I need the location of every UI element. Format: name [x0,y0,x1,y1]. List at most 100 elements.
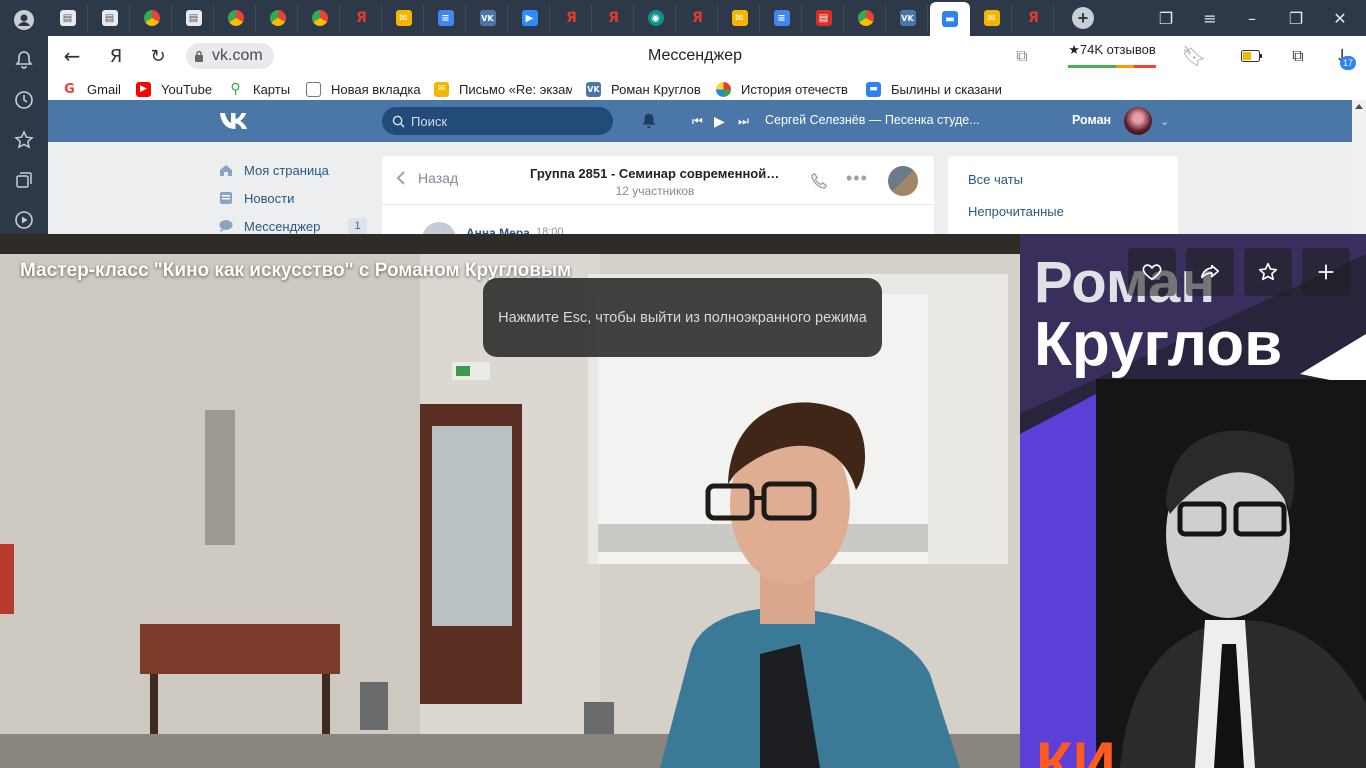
scroll-up-icon[interactable] [1355,104,1363,109]
vk-logo-icon[interactable] [218,110,252,132]
play-icon[interactable]: ▶ [714,111,725,131]
bookmark-youtube[interactable]: ▶ YouTube [136,80,212,98]
star-icon[interactable] [8,124,40,156]
google-docs-icon: ≡ [437,10,454,26]
tab-docs[interactable]: ≡ [762,4,802,32]
yandex-icon: Я [692,10,703,26]
tab-docs[interactable]: ≡ [426,4,466,32]
vk-header: Поиск ⏮ ▶ ⏭ Сергей Селезнёв — Песенка ст… [48,100,1352,142]
back-arrow-icon[interactable]: ← [60,44,84,68]
bookmark-vk[interactable]: VK Роман Круглов [586,80,701,98]
bookmark-history[interactable]: История отечеств [716,80,852,98]
bookmark-new-tab[interactable]: Новая вкладка [306,80,421,98]
tab-chrome[interactable] [300,4,340,32]
extensions-icon[interactable]: ⧉ [1286,44,1310,68]
new-tab-button[interactable]: + [1072,7,1094,29]
bookmark-maps[interactable]: ⚲ Карты [228,80,290,98]
message-author[interactable]: Анна Мера [466,226,530,234]
gmail-icon: G [62,81,77,97]
phone-icon[interactable] [810,172,828,190]
tab-pdf[interactable]: ▤ [804,4,844,32]
menu-my-page[interactable]: Моя страница [218,160,329,180]
favorite-button[interactable] [1244,248,1292,296]
play-circle-icon[interactable] [8,204,40,236]
group-avatar[interactable] [888,166,918,196]
vk-search-input[interactable]: Поиск [382,107,613,135]
message-author-avatar[interactable] [422,222,456,234]
reload-icon[interactable]: ↻ [146,44,170,68]
tab-mail[interactable]: ✉ [720,4,760,32]
colorful-icon [716,81,731,97]
menu-label: Новости [244,190,295,206]
tab-zoom[interactable]: ▶ [510,4,550,32]
minimize-icon[interactable]: – [1242,8,1262,28]
notifications-bell-icon[interactable] [640,111,658,131]
menu-icon[interactable]: ≡ [1200,8,1220,28]
more-options-icon[interactable]: ••• [846,168,868,189]
next-track-icon[interactable]: ⏭ [738,111,749,131]
tab-mail[interactable]: ✉ [972,4,1012,32]
tab-vk[interactable]: VK [468,4,508,32]
zoom-icon: ▶ [521,10,538,26]
share-icon [1200,264,1220,279]
tab-doc[interactable]: ▤ [174,4,214,32]
tab-doc[interactable]: ▤ [48,4,88,32]
chat-participants[interactable]: 12 участников [530,184,780,198]
tab-yandex[interactable]: Я [552,4,592,32]
tab-yandex[interactable]: Я [342,4,382,32]
url-field[interactable]: vk.com [186,43,274,69]
video-player[interactable]: Роман Круглов КИ Мастер-класс "Кино как … [0,234,1366,768]
tab-doc[interactable]: ▤ [90,4,130,32]
filter-all-chats[interactable]: Все чаты [968,172,1023,187]
tabs-overview-icon[interactable]: ❐ [1156,8,1176,28]
share-button[interactable] [1186,248,1234,296]
chat-title[interactable]: Группа 2851 - Семинар современной о... [530,166,780,181]
chat-panel: Назад Группа 2851 - Семинар современной … [382,156,934,234]
menu-news[interactable]: Новости [218,188,294,208]
tab-eye[interactable]: ◉ [636,4,676,32]
yandex-icon: Я [356,10,367,26]
back-button[interactable]: Назад [396,170,458,186]
menu-label: Мессенджер [244,218,321,234]
bookmark-byliny[interactable]: ▬ Былины и сказани [866,80,1004,98]
tab-yandex[interactable]: Я [594,4,634,32]
tab-messenger-active[interactable]: ▬ [930,2,970,36]
tab-yandex[interactable]: Я [1014,4,1054,32]
bell-icon[interactable] [8,44,40,76]
vk-user-name[interactable]: Роман [1072,113,1111,127]
menu-label: Моя страница [244,162,329,178]
yandex-logo-icon[interactable]: Я [104,44,128,68]
bookmark-label: Карты [253,81,291,97]
tab-mail[interactable]: ✉ [384,4,424,32]
tab-chrome[interactable] [846,4,886,32]
menu-messenger[interactable]: Мессенджер [218,216,320,234]
copy-link-icon[interactable]: ⧉ [1010,44,1034,68]
tab-chrome[interactable] [216,4,256,32]
star-outline-icon [1258,262,1278,281]
bookmark-gmail[interactable]: G Gmail [62,80,121,98]
add-button[interactable] [1302,248,1350,296]
screen: ▤ ▤ ▤ Я ✉ ≡ VK ▶ Я Я ◉ Я ✉ ≡ ▤ VK ▬ ✉ Я … [0,0,1366,768]
close-icon[interactable]: ✕ [1330,8,1350,28]
previous-track-icon[interactable]: ⏮ [692,111,703,131]
like-button[interactable] [1128,248,1176,296]
tab-chrome[interactable] [258,4,298,32]
history-icon[interactable] [8,84,40,116]
mail-icon: ✉ [434,81,449,97]
bookmark-icon[interactable]: 🔖︎ [1181,44,1206,68]
chevron-down-icon[interactable]: ⌄ [1160,111,1169,131]
tab-chrome[interactable] [132,4,172,32]
battery-icon[interactable] [1240,44,1264,68]
filter-unread[interactable]: Непрочитанные [968,204,1064,219]
collections-icon[interactable] [8,164,40,196]
reviews-badge[interactable]: ★74K отзывов [1066,42,1158,68]
chrome-icon [857,10,874,26]
tab-yandex[interactable]: Я [678,4,718,32]
restore-icon[interactable]: ❐ [1286,8,1306,28]
now-playing-track[interactable]: Сергей Селезнёв — Песенка студе... [765,113,980,127]
bookmark-mail[interactable]: ✉ Письмо «Re: экзам [434,80,572,98]
page-scrollbar[interactable] [1352,100,1366,234]
tab-vk[interactable]: VK [888,4,928,32]
profile-icon[interactable] [8,4,40,36]
avatar[interactable] [1124,107,1152,135]
